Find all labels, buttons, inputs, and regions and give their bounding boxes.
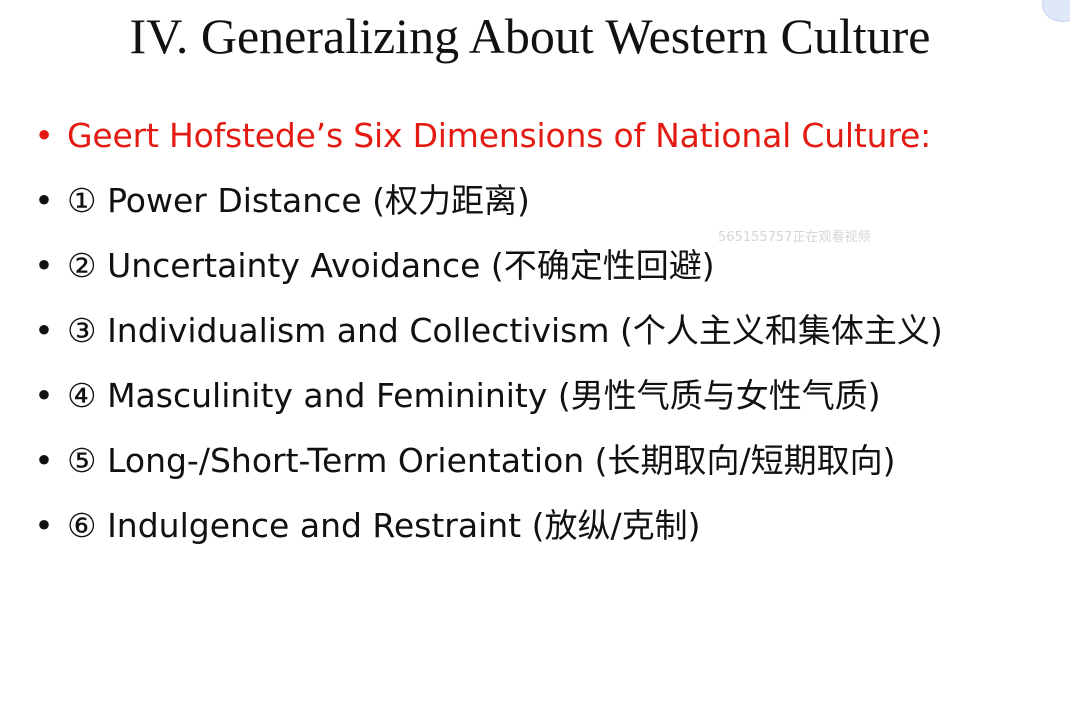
bullet-item-orientation: • ⑤ Long-/Short-Term Orientation (长期取向/短… xyxy=(32,437,1042,485)
bullet-dot: • xyxy=(34,311,54,350)
bullet-item-text: ② Uncertainty Avoidance (不确定性回避) xyxy=(67,246,715,285)
bullet-dot: • xyxy=(34,376,54,415)
bullet-item-text: ① Power Distance (权力距离) xyxy=(67,181,530,220)
bullet-list: • Geert Hofstede’s Six Dimensions of Nat… xyxy=(32,112,1042,567)
bullet-heading: • Geert Hofstede’s Six Dimensions of Nat… xyxy=(32,112,1042,160)
bullet-dot: • xyxy=(34,246,54,285)
bullet-item-text: ③ Individualism and Collectivism (个人主义和集… xyxy=(67,311,943,350)
bullet-dot: • xyxy=(34,116,54,155)
bullet-dot: • xyxy=(34,441,54,480)
bullet-item-power-distance: • ① Power Distance (权力距离) xyxy=(32,177,1042,225)
bullet-heading-text: Geert Hofstede’s Six Dimensions of Natio… xyxy=(67,116,932,155)
bullet-item-uncertainty-avoidance: • ② Uncertainty Avoidance (不确定性回避) xyxy=(32,242,1042,290)
bullet-item-masculinity: • ④ Masculinity and Femininity (男性气质与女性气… xyxy=(32,372,1042,420)
bullet-dot: • xyxy=(34,181,54,220)
bullet-dot: • xyxy=(34,506,54,545)
slide: IV. Generalizing About Western Culture •… xyxy=(0,0,1070,724)
bullet-item-indulgence: • ⑥ Indulgence and Restraint (放纵/克制) xyxy=(32,502,1042,550)
slide-title: IV. Generalizing About Western Culture xyxy=(129,8,931,64)
bullet-item-individualism: • ③ Individualism and Collectivism (个人主义… xyxy=(32,307,1042,355)
viewer-watermark: 565155757正在观看视频 xyxy=(718,230,871,245)
bullet-item-text: ⑥ Indulgence and Restraint (放纵/克制) xyxy=(67,506,701,545)
bullet-item-text: ⑤ Long-/Short-Term Orientation (长期取向/短期取… xyxy=(67,441,896,480)
bullet-item-text: ④ Masculinity and Femininity (男性气质与女性气质) xyxy=(67,376,881,415)
